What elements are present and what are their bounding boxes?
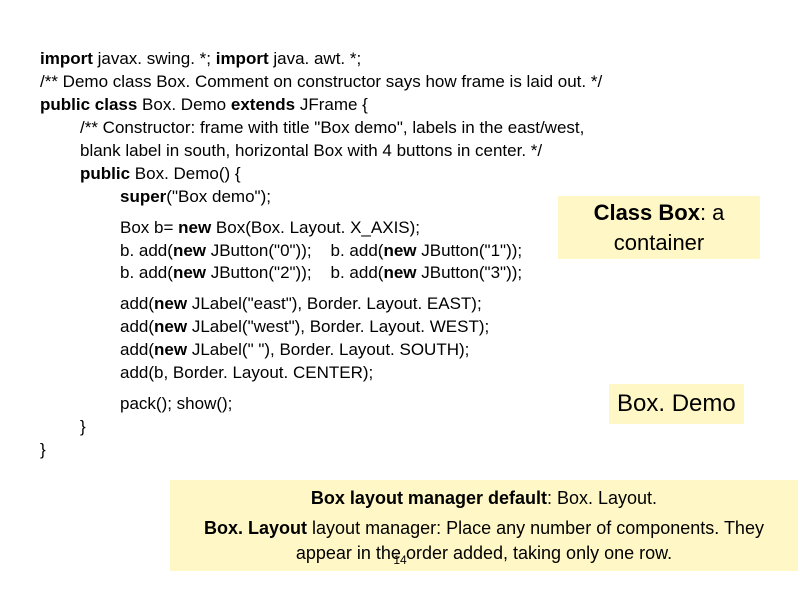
txt: JLabel("west"), Border. Layout. WEST);: [187, 317, 489, 336]
txt: java. awt. *;: [269, 49, 362, 68]
callout-box-demo: Box. Demo: [609, 384, 744, 424]
txt: ("Box demo");: [166, 187, 271, 206]
txt: b. add(: [120, 263, 173, 282]
kw-public-class: public class: [40, 95, 137, 114]
txt: JButton("2"));: [206, 263, 312, 282]
kw-new: new: [154, 317, 187, 336]
kw-new: new: [173, 241, 206, 260]
page-number: 14: [0, 552, 800, 568]
line-ctor-comment: /** Constructor: frame with title "Box d…: [80, 117, 782, 163]
kw-import: import: [216, 49, 269, 68]
txt: Box. Demo() {: [130, 164, 241, 183]
txt: add(: [120, 340, 154, 359]
line-imports: import javax. swing. *; import java. awt…: [40, 48, 782, 71]
txt: JLabel(" "), Border. Layout. SOUTH);: [187, 340, 469, 359]
kw-new: new: [383, 241, 416, 260]
kw-new: new: [154, 340, 187, 359]
txt: b. add(: [331, 263, 384, 282]
txt: JLabel("east"), Border. Layout. EAST);: [187, 294, 482, 313]
txt: JButton("0"));: [206, 241, 312, 260]
line-south: add(new JLabel(" "), Border. Layout. SOU…: [120, 339, 782, 362]
kw-new: new: [154, 294, 187, 313]
kw-import: import: [40, 49, 93, 68]
kw-super: super: [120, 187, 166, 206]
line-class-comment: /** Demo class Box. Comment on construct…: [40, 71, 782, 94]
line-east: add(new JLabel("east"), Border. Layout. …: [120, 293, 782, 316]
txt: add(: [120, 294, 154, 313]
bold: Box. Layout: [204, 518, 307, 538]
line-close2: }: [40, 439, 782, 462]
txt: b. add(: [331, 241, 384, 260]
kw-new: new: [173, 263, 206, 282]
bold: Box layout manager default: [311, 488, 547, 508]
callout-class-box: Class Box: a container: [558, 196, 760, 259]
txt: Box(Box. Layout. X_AXIS);: [211, 218, 420, 237]
txt: JButton("3"));: [417, 263, 523, 282]
callout-title: Class Box: [594, 200, 700, 225]
kw-extends: extends: [231, 95, 295, 114]
txt: Box. Demo: [137, 95, 231, 114]
txt: JFrame {: [295, 95, 368, 114]
line-ctor-decl: public Box. Demo() {: [80, 163, 782, 186]
line-class-decl: public class Box. Demo extends JFrame {: [40, 94, 782, 117]
callout-line1: Box layout manager default: Box. Layout.: [180, 486, 788, 510]
txt: javax. swing. *;: [93, 49, 216, 68]
txt: : Box. Layout.: [547, 488, 657, 508]
line-west: add(new JLabel("west"), Border. Layout. …: [120, 316, 782, 339]
line-add-2-3: b. add(new JButton("2")); b. add(new JBu…: [120, 262, 782, 285]
line-center: add(b, Border. Layout. CENTER);: [120, 362, 782, 385]
txt: add(: [120, 317, 154, 336]
txt: b. add(: [120, 241, 173, 260]
kw-new: new: [178, 218, 211, 237]
txt: JButton("1"));: [417, 241, 523, 260]
kw-public: public: [80, 164, 130, 183]
txt: Box b=: [120, 218, 178, 237]
kw-new: new: [383, 263, 416, 282]
